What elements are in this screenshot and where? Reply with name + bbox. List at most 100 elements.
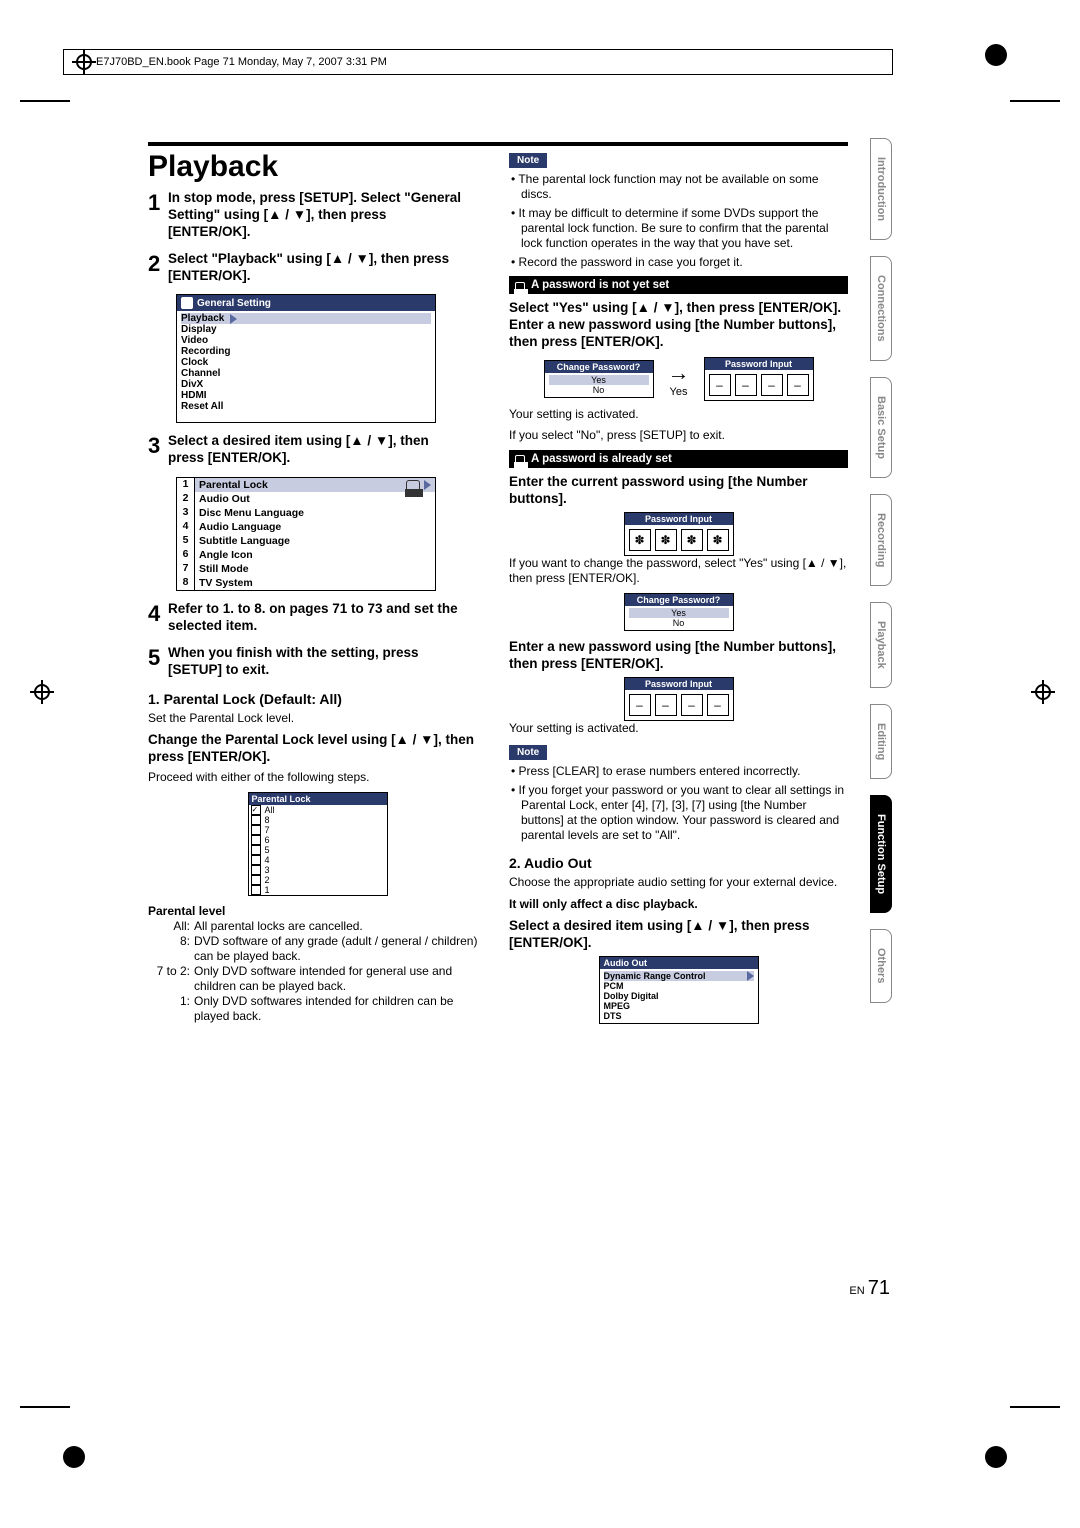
list-item-label[interactable]: Audio Language [195, 520, 435, 534]
checkbox-icon[interactable] [251, 805, 261, 815]
tab-function-setup[interactable]: Function Setup [870, 795, 892, 913]
play-icon [424, 480, 431, 490]
password-input-box: Password Input –––– [704, 357, 814, 401]
right-column: Note The parental lock function may not … [509, 150, 848, 1028]
list-item-label[interactable]: TV System [195, 576, 435, 590]
list-item-label[interactable]: Parental Lock [199, 479, 268, 491]
pw-cell[interactable]: – [735, 374, 757, 396]
play-icon [230, 314, 237, 324]
pw-cell[interactable]: – [709, 374, 731, 396]
arrow-label: Yes [668, 386, 690, 398]
option-yes[interactable]: Yes [549, 375, 649, 385]
list-item-label[interactable]: Subtitle Language [195, 534, 435, 548]
audio-item[interactable]: PCM [604, 981, 754, 991]
reg-tl [985, 44, 1007, 66]
tab-playback[interactable]: Playback [870, 602, 892, 688]
tab-editing[interactable]: Editing [870, 704, 892, 779]
page-title: Playback [148, 150, 487, 184]
pw-cell[interactable]: – [707, 694, 729, 716]
parental-heading: 1. Parental Lock (Default: All) [148, 691, 487, 707]
ifno-text: If you select "No", press [SETUP] to exi… [509, 428, 848, 444]
crosshair-icon [72, 50, 96, 74]
password-input-box: Password Input ✽✽✽✽ [624, 512, 734, 556]
lock-icon [515, 455, 525, 462]
audio-desc: Choose the appropriate audio setting for… [509, 875, 848, 891]
audio-instruct: Select a desired item using [▲ / ▼], the… [509, 918, 848, 952]
checkbox-icon[interactable] [251, 835, 261, 845]
list-item-label[interactable]: Audio Out [195, 492, 435, 506]
tab-basic-setup[interactable]: Basic Setup [870, 377, 892, 478]
level-item[interactable]: 3 [265, 865, 270, 875]
level-item[interactable]: 1 [265, 885, 270, 895]
checkbox-icon[interactable] [251, 815, 261, 825]
level-item[interactable]: 8 [265, 815, 270, 825]
pw-cell[interactable]: – [681, 694, 703, 716]
pw-cell[interactable]: ✽ [681, 529, 703, 551]
def-title: Parental level [148, 904, 487, 919]
change-password-box: Change Password? Yes No [544, 360, 654, 398]
tab-recording[interactable]: Recording [870, 494, 892, 586]
tab-others[interactable]: Others [870, 929, 892, 1002]
parental-level-box: Parental Lock All 8 7 6 5 4 3 2 1 [248, 792, 388, 896]
level-item[interactable]: 4 [265, 855, 270, 865]
menu-item[interactable]: Display [181, 324, 431, 335]
audio-item[interactable]: MPEG [604, 1001, 754, 1011]
option-no[interactable]: No [549, 385, 649, 395]
def-all: All parental locks are cancelled. [194, 919, 487, 934]
note-item: The parental lock function may not be av… [521, 172, 848, 202]
level-item[interactable]: 2 [265, 875, 270, 885]
pw-cell[interactable]: – [761, 374, 783, 396]
box-title: Audio Out [600, 957, 758, 969]
menu-item[interactable]: Channel [181, 368, 431, 379]
pw-cell[interactable]: – [655, 694, 677, 716]
checkbox-icon[interactable] [251, 885, 261, 895]
checkbox-icon[interactable] [251, 875, 261, 885]
audio-item[interactable]: Dolby Digital [604, 991, 754, 1001]
ifchange-text: If you want to change the password, sele… [509, 556, 848, 587]
lock-icon [406, 480, 420, 490]
audio-heading: 2. Audio Out [509, 855, 848, 871]
tab-connections[interactable]: Connections [870, 256, 892, 361]
pw-cell[interactable]: – [787, 374, 809, 396]
note-badge: Note [509, 745, 547, 760]
menu-item[interactable]: Recording [181, 346, 431, 357]
note-item: Record the password in case you forget i… [521, 255, 848, 270]
menu-item[interactable]: DivX [181, 379, 431, 390]
audio-item[interactable]: DTS [604, 1011, 754, 1021]
def-7-2: Only DVD software intended for general u… [194, 964, 487, 994]
list-item-label[interactable]: Angle Icon [195, 548, 435, 562]
level-item[interactable]: 6 [265, 835, 270, 845]
pw-cell[interactable]: ✽ [655, 529, 677, 551]
checkbox-icon[interactable] [251, 865, 261, 875]
pw-cell[interactable]: ✽ [629, 529, 651, 551]
menu-item[interactable]: Video [181, 335, 431, 346]
step-2: 2Select "Playback" using [▲ / ▼], then p… [148, 251, 487, 285]
level-item[interactable]: 7 [265, 825, 270, 835]
gear-icon [181, 297, 193, 309]
level-item[interactable]: All [265, 805, 275, 815]
lock-icon [515, 282, 525, 289]
checkbox-icon[interactable] [251, 845, 261, 855]
content-area: Playback 1In stop mode, press [SETUP]. S… [148, 142, 848, 1028]
option-no[interactable]: No [629, 618, 729, 628]
checkbox-icon[interactable] [251, 855, 261, 865]
list-item-label[interactable]: Still Mode [195, 562, 435, 576]
option-yes[interactable]: Yes [629, 608, 729, 618]
audio-bold: It will only affect a disc playback. [509, 897, 848, 913]
parental-proceed: Proceed with either of the following ste… [148, 770, 487, 786]
play-icon [747, 971, 754, 981]
menu-item[interactable]: Playback [181, 313, 224, 324]
note-item: Press [CLEAR] to erase numbers entered i… [521, 764, 848, 779]
menu-item[interactable]: Clock [181, 357, 431, 368]
menu-item[interactable]: Reset All [181, 401, 431, 412]
pw-cell[interactable]: ✽ [707, 529, 729, 551]
activated-text: Your setting is activated. [509, 407, 848, 423]
tab-introduction[interactable]: Introduction [870, 138, 892, 240]
checkbox-icon[interactable] [251, 825, 261, 835]
parental-instruct: Change the Parental Lock level using [▲ … [148, 732, 487, 766]
list-item-label[interactable]: Disc Menu Language [195, 506, 435, 520]
pw-cell[interactable]: – [629, 694, 651, 716]
audio-item[interactable]: Dynamic Range Control [604, 971, 706, 981]
menu-item[interactable]: HDMI [181, 390, 431, 401]
level-item[interactable]: 5 [265, 845, 270, 855]
